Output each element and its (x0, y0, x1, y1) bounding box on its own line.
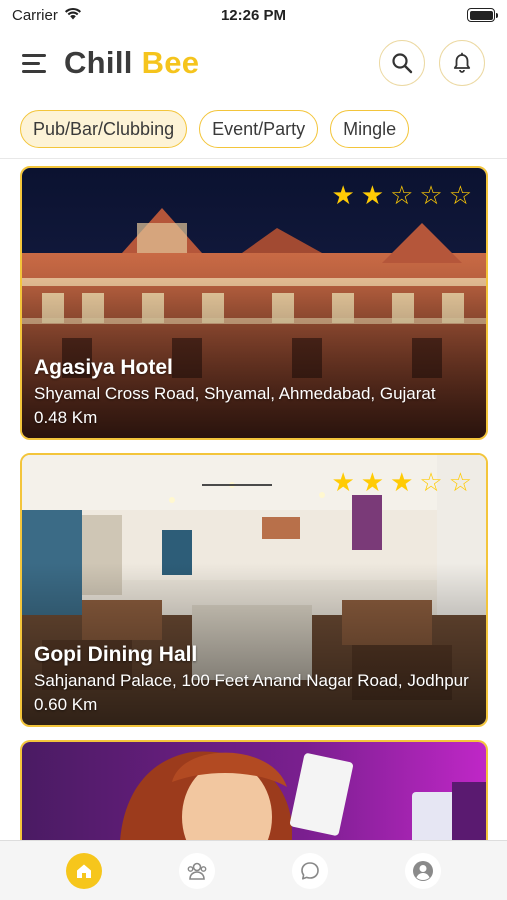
venue-info: Agasiya Hotel Shyamal Cross Road, Shyama… (34, 356, 472, 428)
venue-card[interactable]: ★ ★ ☆ ☆ ☆ Agasiya Hotel Shyamal Cross Road, … (20, 166, 488, 440)
star-filled-icon: ★ (360, 180, 385, 210)
app-header: Chill Bee (0, 30, 507, 96)
status-bar: Carrier 12:26 PM (0, 0, 507, 30)
venue-distance: 0.60 Km (34, 695, 98, 714)
battery-level (469, 10, 493, 20)
category-chip[interactable]: Mingle (330, 110, 410, 148)
rating-stars: ★ ★ ☆ ☆ ☆ (331, 182, 472, 208)
status-left: Carrier (12, 7, 82, 24)
notification-button[interactable] (439, 40, 485, 86)
app-logo: Chill Bee (64, 45, 199, 81)
venue-card[interactable]: ★ ★ ★ ☆ ☆ Gopi Dining Hall Sahjanand Palace,… (20, 453, 488, 727)
people-icon (187, 862, 207, 880)
star-empty-icon: ☆ (448, 467, 472, 497)
star-empty-icon: ☆ (448, 180, 472, 210)
nav-profile[interactable] (404, 852, 441, 889)
bottom-navigation (0, 840, 507, 900)
star-empty-icon: ☆ (419, 467, 443, 497)
venue-name: Agasiya Hotel (34, 356, 173, 379)
carrier-label: Carrier (12, 6, 58, 24)
venue-info: Gopi Dining Hall Sahjanand Palace, 100 F… (34, 643, 472, 715)
nav-home[interactable] (66, 852, 103, 889)
home-icon (77, 864, 92, 878)
star-filled-icon: ★ (331, 180, 355, 210)
nav-chat[interactable] (291, 852, 328, 889)
category-chip[interactable]: Event/Party (199, 110, 319, 148)
venue-address: Shyamal Cross Road, Shyamal, Ahmedabad, … (34, 384, 436, 403)
venue-address: Sahjanand Palace, 100 Feet Anand Nagar R… (34, 671, 469, 690)
battery-icon (467, 8, 498, 22)
search-icon (392, 53, 413, 74)
header-divider (0, 158, 507, 159)
star-empty-icon: ☆ (419, 180, 443, 210)
bell-icon (453, 52, 471, 73)
search-button[interactable] (379, 40, 425, 86)
star-filled-icon: ★ (390, 467, 414, 497)
star-filled-icon: ★ (331, 467, 355, 497)
logo-text-bee: Bee (141, 45, 200, 80)
nav-people[interactable] (179, 852, 216, 889)
star-filled-icon: ★ (360, 467, 385, 497)
venue-name: Gopi Dining Hall (34, 643, 198, 666)
category-chips: Pub/Bar/Clubbing Event/Party Mingle (20, 110, 410, 148)
chat-icon (301, 861, 319, 880)
venue-distance: 0.48 Km (34, 408, 98, 427)
wifi-icon (64, 7, 82, 24)
rating-stars: ★ ★ ★ ☆ ☆ (331, 469, 472, 495)
profile-icon (412, 860, 433, 881)
header-actions (379, 40, 485, 86)
category-chip[interactable]: Pub/Bar/Clubbing (20, 110, 188, 148)
hamburger-menu-icon[interactable] (22, 48, 52, 78)
star-empty-icon: ☆ (390, 180, 414, 210)
logo-text-chill: Chill (64, 45, 142, 80)
